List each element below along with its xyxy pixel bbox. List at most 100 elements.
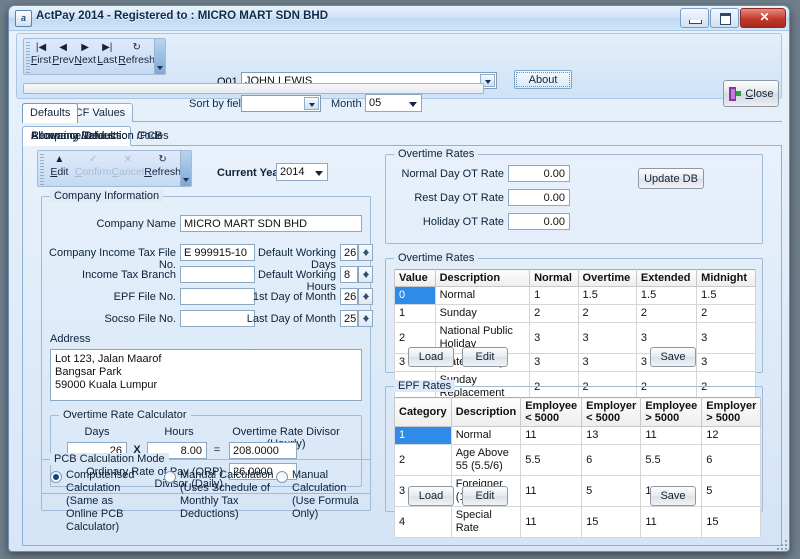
address-label: Address (50, 333, 91, 345)
toolbar-grip[interactable] (26, 42, 30, 73)
next-icon: ▶ (81, 42, 89, 53)
maximize-button[interactable] (710, 8, 739, 28)
epf-save-button[interactable]: Save (650, 486, 696, 506)
col-emp-gt-line1: Employee (645, 400, 698, 412)
radio-manual-calculation-schedule[interactable] (164, 471, 176, 483)
confirm-button: ✓ Confirm (75, 151, 112, 186)
cell-employee-gt: 5.5 (640, 444, 703, 476)
table-row[interactable]: 2 Age Above 55 (5.5/6) 5.5 6 5.5 6 (394, 444, 762, 476)
refresh-button[interactable]: ↻ Refresh (144, 151, 181, 186)
pcb-option-0-line-2: Online PCB Calculator) (66, 508, 124, 533)
normal-day-ot-rate-input[interactable]: 0.00 (508, 165, 570, 182)
title-bar: a ActPay 2014 - Registered to : MICRO MA… (9, 6, 789, 31)
col-normal[interactable]: Normal (529, 269, 579, 287)
default-working-hours-stepper[interactable] (358, 266, 373, 283)
cell-employer-gt: 6 (701, 444, 762, 476)
col-value[interactable]: Value (394, 269, 436, 287)
edit-icon: ▲ (54, 154, 65, 165)
col-employer-below-5000[interactable]: Employer < 5000 (581, 397, 642, 427)
horizontal-scrollbar[interactable] (23, 83, 484, 94)
ot-edit-button[interactable]: Edit (462, 347, 508, 367)
radio-computerised-calculation[interactable] (50, 471, 62, 483)
col-category[interactable]: Category (394, 397, 452, 427)
tab-defaults[interactable]: Defaults (22, 103, 79, 123)
cell-category: 2 (394, 444, 452, 476)
epf-rates-table[interactable]: Category Description Employee < 5000 Emp… (394, 397, 762, 538)
toolbar-overflow-button[interactable] (154, 39, 165, 74)
col-overtime[interactable]: Overtime (577, 269, 637, 287)
col-description[interactable]: Description (450, 397, 522, 427)
last-day-of-month-input[interactable]: 25 (340, 310, 358, 327)
cell-extended: 1.5 (635, 286, 698, 305)
record-edit-toolbar: ▲ Edit ✓ Confirm ✕ Cancel ↻ Refresh (37, 150, 192, 187)
last-day-of-month-stepper[interactable] (358, 310, 373, 327)
resize-grip[interactable] (774, 537, 787, 550)
epf-file-no-label: EPF File No. (113, 291, 176, 303)
company-name-input[interactable]: MICRO MART SDN BHD (180, 215, 362, 232)
normal-day-ot-rate-label: Normal Day OT Rate (401, 168, 505, 180)
pcb-option-0-line-1: Calculation (Same as (66, 482, 121, 507)
chevron-down-icon (315, 171, 323, 176)
table-row[interactable]: 0 Normal 1 1.5 1.5 1.5 (394, 286, 756, 305)
nav-prev-button[interactable]: ◀ Prev (52, 39, 74, 74)
pcb-calculation-mode-title: PCB Calculation Mode (50, 453, 169, 465)
radio-manual-calculation-formula[interactable] (276, 471, 288, 483)
pcb-option-1-line-0: Manual Calculation (180, 469, 274, 481)
epf-edit-button[interactable]: Edit (462, 486, 508, 506)
col-description[interactable]: Description (434, 269, 531, 287)
pcb-option-2-line-1: (Use Formula Only) (292, 495, 359, 520)
col-extended[interactable]: Extended (635, 269, 698, 287)
tab-allowance-deduction-codes[interactable]: Allowance/Deduction Codes (22, 126, 178, 146)
refresh-icon: ↻ (158, 154, 167, 165)
last-day-of-month-label: Last Day of Month (246, 313, 336, 325)
ot-load-button[interactable]: Load (408, 347, 454, 367)
minimize-button[interactable] (680, 8, 709, 28)
table-header-row: Value Description Normal Overtime Extend… (394, 269, 756, 287)
address-input[interactable]: Lot 123, Jalan Maarof Bangsar Park 59000… (50, 349, 362, 401)
nav-next-button[interactable]: ▶ Next (74, 39, 96, 74)
rest-day-ot-rate-input[interactable]: 0.00 (508, 189, 570, 206)
table-row[interactable]: 1 Sunday 2 2 2 2 (394, 304, 756, 323)
top-toolbar: |◀ First ◀ Prev ▶ Next ▶| Last ↻ Refresh… (16, 33, 782, 112)
nav-refresh-button[interactable]: ↻ Refresh (118, 39, 155, 74)
default-working-hours-input[interactable]: 8 (340, 266, 358, 283)
days-label: Days (84, 426, 110, 438)
toolbar-overflow-button[interactable] (180, 151, 191, 186)
cancel-button: ✕ Cancel (112, 151, 145, 186)
first-icon: |◀ (35, 42, 47, 53)
col-employee-below-5000[interactable]: Employee < 5000 (520, 397, 583, 427)
overtime-rate-calculator-title: Overtime Rate Calculator (59, 409, 191, 421)
update-db-button[interactable]: Update DB (638, 168, 704, 189)
first-day-of-month-stepper[interactable] (358, 288, 373, 305)
income-tax-branch-label: Income Tax Branch (82, 269, 176, 281)
toolbar-grip[interactable] (40, 154, 44, 185)
nav-first-button[interactable]: |◀ First (30, 39, 52, 74)
cell-midnight: 1.5 (696, 286, 756, 305)
cell-description: Normal (450, 426, 522, 445)
hours-label: Hours (164, 426, 194, 438)
close-window-button[interactable]: ✕ (740, 8, 786, 28)
edit-button[interactable]: ▲ Edit (44, 151, 75, 186)
default-working-days-input[interactable]: 26 (340, 244, 358, 261)
table-row[interactable]: 4 Special Rate 11 15 11 15 (394, 506, 762, 538)
nav-last-button[interactable]: ▶| Last (96, 39, 118, 74)
first-day-of-month-input[interactable]: 26 (340, 288, 358, 305)
about-button[interactable]: About (514, 70, 572, 89)
company-income-tax-file-no-label: Company Income Tax File No. (49, 247, 176, 271)
check-icon: ✓ (88, 154, 98, 165)
holiday-ot-rate-input[interactable]: 0.00 (508, 213, 570, 230)
epf-load-button[interactable]: Load (408, 486, 454, 506)
table-row[interactable]: 1 Normal 11 13 11 12 (394, 426, 762, 445)
cell-employer-gt: 5 (701, 475, 762, 507)
col-employer-above-5000[interactable]: Employer > 5000 (701, 397, 762, 427)
col-empr-lt-line1: Employer (586, 400, 637, 412)
col-midnight[interactable]: Midnight (696, 269, 756, 287)
current-year-select[interactable]: 2014 (276, 163, 328, 181)
col-emp-gt-line2: > 5000 (645, 412, 680, 424)
col-empr-lt-line2: < 5000 (586, 412, 621, 424)
equals-symbol: = (213, 444, 221, 456)
ot-save-button[interactable]: Save (650, 347, 696, 367)
default-working-days-stepper[interactable] (358, 244, 373, 261)
col-employee-above-5000[interactable]: Employee > 5000 (640, 397, 703, 427)
overtime-rate-divisor-input[interactable]: 208.0000 (229, 442, 297, 459)
